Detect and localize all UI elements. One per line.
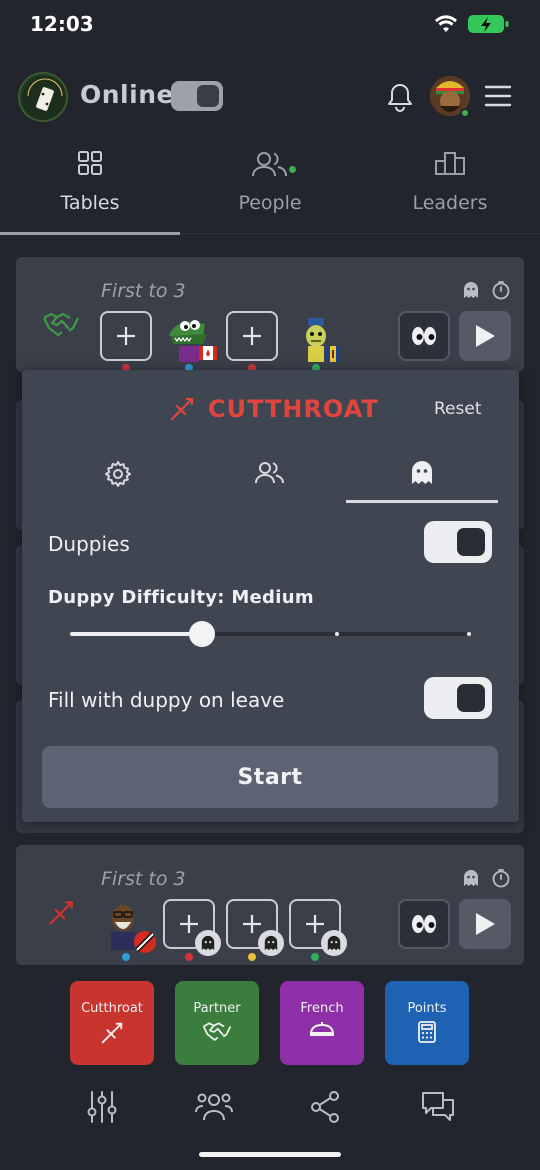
calculator-icon xyxy=(385,1020,469,1044)
tab-leaders[interactable]: Leaders xyxy=(360,150,540,214)
play-icon xyxy=(476,913,495,935)
status-icons xyxy=(434,14,510,34)
tab-tables-label: Tables xyxy=(60,192,120,214)
add-player-button[interactable] xyxy=(226,311,278,361)
people-online-dot xyxy=(289,166,296,173)
ghost-icon xyxy=(462,869,480,887)
duppies-toggle[interactable] xyxy=(424,521,492,563)
fill-with-duppy-label: Fill with duppy on leave xyxy=(48,688,285,712)
settings-gear-icon[interactable] xyxy=(104,460,132,488)
online-toggle[interactable] xyxy=(171,81,223,111)
mode-label: Cutthroat xyxy=(81,1001,143,1016)
home-indicator xyxy=(199,1152,341,1157)
tab-people-label: People xyxy=(238,192,302,214)
spectate-button[interactable] xyxy=(398,311,450,361)
tab-people[interactable]: People xyxy=(180,150,360,214)
sword-icon xyxy=(168,395,196,423)
player-avatar-man[interactable] xyxy=(103,898,161,954)
people-icon xyxy=(180,150,360,184)
handshake-icon xyxy=(42,310,80,340)
duppies-label: Duppies xyxy=(48,532,130,556)
mode-label: Partner xyxy=(193,1001,241,1016)
play-button[interactable] xyxy=(459,899,511,949)
battery-charging-icon xyxy=(468,15,509,33)
ghost-icon xyxy=(462,281,480,299)
difficulty-label: Duppy Difficulty: Medium xyxy=(48,587,314,608)
timer-icon xyxy=(491,868,511,888)
status-time: 12:03 xyxy=(30,12,94,36)
mode-french-button[interactable]: French xyxy=(280,981,364,1065)
fill-with-duppy-toggle[interactable] xyxy=(424,677,492,719)
start-button[interactable]: Start xyxy=(42,746,498,808)
add-player-button[interactable] xyxy=(100,311,152,361)
seat-color-dot xyxy=(122,953,130,961)
grid-icon xyxy=(0,150,180,184)
tab-tables[interactable]: Tables xyxy=(0,150,180,214)
eyes-icon xyxy=(412,327,436,345)
timer-icon xyxy=(491,280,511,300)
mode-label: Points xyxy=(407,1001,447,1016)
tab-divider xyxy=(180,233,540,234)
online-status-dot xyxy=(460,108,470,118)
chat-icon[interactable] xyxy=(420,1090,456,1124)
handshake-icon xyxy=(175,1020,259,1044)
play-icon xyxy=(476,325,495,347)
leaderboard-icon xyxy=(360,150,540,184)
seat-color-dot xyxy=(185,953,193,961)
app-logo[interactable] xyxy=(18,72,68,122)
difficulty-slider-thumb[interactable] xyxy=(189,621,215,647)
player-avatar-zombie[interactable] xyxy=(294,312,350,368)
modal-title: CUTTHROAT xyxy=(208,395,379,423)
bell-icon[interactable] xyxy=(386,82,414,112)
tab-leaders-label: Leaders xyxy=(412,192,488,214)
eyes-icon xyxy=(412,915,436,933)
modal-active-tab-indicator xyxy=(346,500,498,503)
spectate-button[interactable] xyxy=(398,899,450,949)
slider-tick xyxy=(335,632,339,636)
filters-sliders-icon[interactable] xyxy=(86,1090,118,1124)
seat-color-dot xyxy=(311,953,319,961)
player-avatar-crocodile[interactable] xyxy=(163,312,219,368)
group-icon[interactable] xyxy=(194,1090,234,1122)
mode-cutthroat-button[interactable]: Cutthroat xyxy=(70,981,154,1065)
slider-tick xyxy=(467,632,471,636)
mode-label: French xyxy=(300,1001,344,1016)
difficulty-slider-fill xyxy=(70,632,202,636)
table-title: First to 3 xyxy=(101,280,186,302)
table-title: First to 3 xyxy=(101,868,186,890)
sword-icon xyxy=(46,898,76,928)
mode-partner-button[interactable]: Partner xyxy=(175,981,259,1065)
seat-color-dot xyxy=(248,953,256,961)
players-icon[interactable] xyxy=(254,460,286,486)
duppy-badge-icon xyxy=(195,930,221,956)
sword-icon xyxy=(70,1020,154,1046)
reset-button[interactable]: Reset xyxy=(434,399,482,419)
play-button[interactable] xyxy=(459,311,511,361)
wifi-icon xyxy=(435,15,457,32)
hamburger-menu-icon[interactable] xyxy=(484,84,512,108)
duppy-ghost-icon[interactable] xyxy=(409,460,435,486)
duppy-badge-icon xyxy=(321,930,347,956)
beret-icon xyxy=(280,1020,364,1040)
mode-points-button[interactable]: Points xyxy=(385,981,469,1065)
share-icon[interactable] xyxy=(309,1090,341,1124)
online-label: Online xyxy=(80,80,174,109)
active-tab-indicator xyxy=(0,232,180,235)
duppy-badge-icon xyxy=(258,930,284,956)
